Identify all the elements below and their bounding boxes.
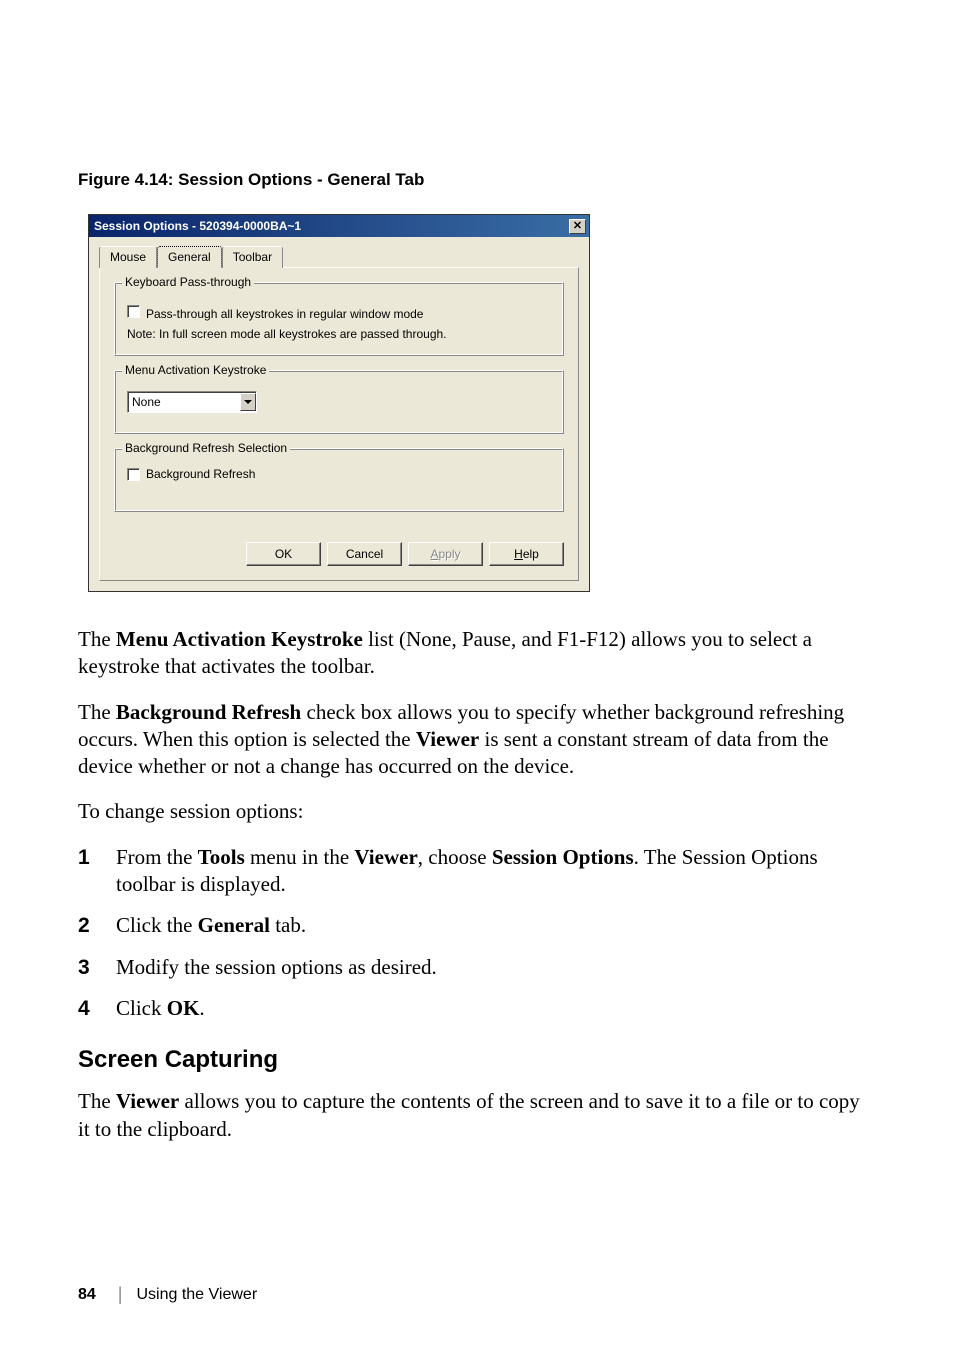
group-title: Keyboard Pass-through: [122, 275, 254, 289]
step-number: 1: [78, 844, 116, 899]
paragraph: The Background Refresh check box allows …: [78, 699, 876, 781]
menu-activation-combo[interactable]: None: [127, 391, 257, 413]
passthrough-note: Note: In full screen mode all keystrokes…: [127, 327, 551, 341]
step-number: 4: [78, 995, 116, 1022]
paragraph: To change session options:: [78, 798, 876, 825]
tab-mouse[interactable]: Mouse: [99, 246, 157, 268]
list-item: 2 Click the General tab.: [78, 912, 876, 939]
close-icon[interactable]: ✕: [569, 219, 586, 234]
group-title: Menu Activation Keystroke: [122, 363, 269, 377]
tab-general[interactable]: General: [157, 246, 222, 268]
paragraph: The Viewer allows you to capture the con…: [78, 1088, 876, 1143]
page-number: 84: [78, 1286, 96, 1304]
page-footer: 84 | Using the Viewer: [78, 1284, 257, 1305]
help-button[interactable]: Help: [489, 542, 564, 566]
dialog-titlebar: Session Options - 520394-0000BA~1 ✕: [89, 215, 589, 237]
footer-separator: |: [118, 1284, 123, 1305]
steps-list: 1 From the Tools menu in the Viewer, cho…: [78, 844, 876, 1022]
list-item: 3 Modify the session options as desired.: [78, 954, 876, 981]
group-background-refresh: Background Refresh Selection Background …: [114, 448, 564, 512]
group-title: Background Refresh Selection: [122, 441, 290, 455]
combo-value: None: [128, 395, 165, 409]
paragraph: The Menu Activation Keystroke list (None…: [78, 626, 876, 681]
tab-toolbar[interactable]: Toolbar: [222, 246, 283, 268]
step-number: 3: [78, 954, 116, 981]
session-options-dialog: Session Options - 520394-0000BA~1 ✕ Mous…: [88, 214, 590, 592]
group-menu-activation: Menu Activation Keystroke None: [114, 370, 564, 434]
checkbox-passthrough[interactable]: [127, 305, 140, 318]
dialog-title: Session Options - 520394-0000BA~1: [94, 219, 301, 233]
group-keyboard-passthrough: Keyboard Pass-through Pass-through all k…: [114, 282, 564, 356]
tab-panel-general: Keyboard Pass-through Pass-through all k…: [99, 267, 579, 581]
cancel-button[interactable]: Cancel: [327, 542, 402, 566]
checkbox-label: Pass-through all keystrokes in regular w…: [146, 307, 423, 321]
heading-screen-capturing: Screen Capturing: [78, 1046, 876, 1074]
footer-section: Using the Viewer: [136, 1286, 257, 1304]
dialog-button-row: OK Cancel Apply Help: [114, 526, 564, 576]
checkbox-label: Background Refresh: [146, 467, 255, 481]
apply-button[interactable]: Apply: [408, 542, 483, 566]
list-item: 4 Click OK.: [78, 995, 876, 1022]
chevron-down-icon[interactable]: [240, 393, 256, 411]
figure-caption: Figure 4.14: Session Options - General T…: [78, 170, 876, 190]
ok-button[interactable]: OK: [246, 542, 321, 566]
tab-strip: Mouse General Toolbar: [99, 246, 579, 268]
list-item: 1 From the Tools menu in the Viewer, cho…: [78, 844, 876, 899]
checkbox-background-refresh[interactable]: [127, 468, 140, 481]
step-number: 2: [78, 912, 116, 939]
